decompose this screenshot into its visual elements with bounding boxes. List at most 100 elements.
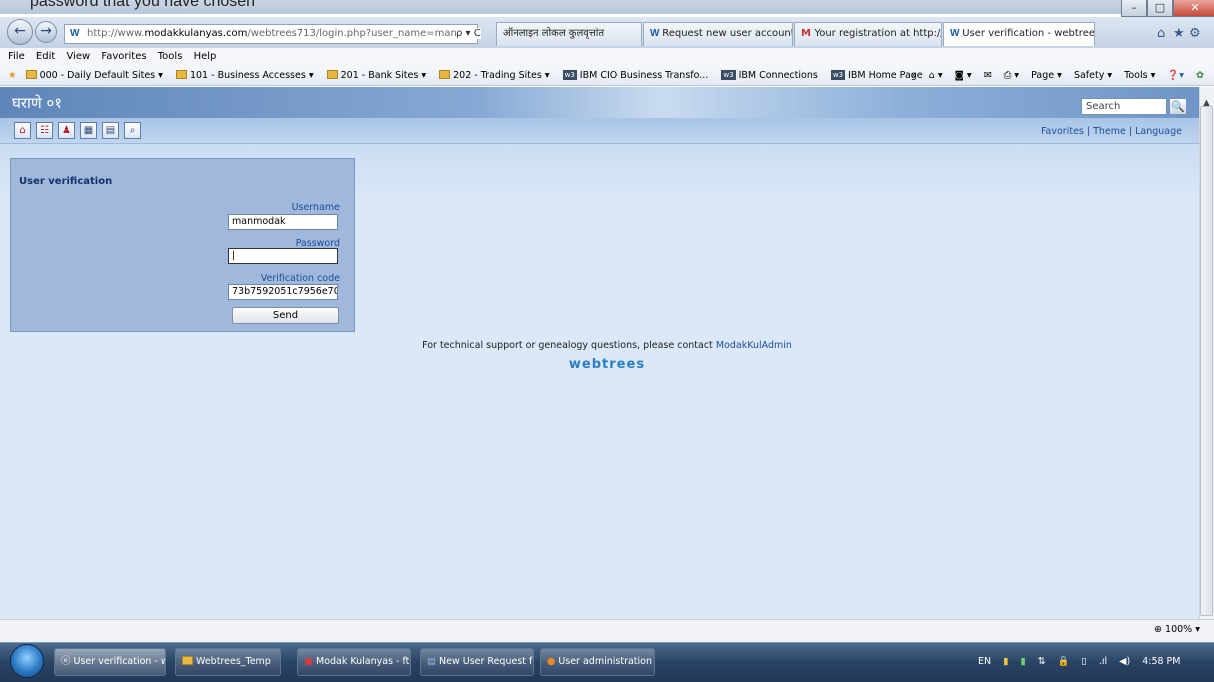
star-icon[interactable]: ★ <box>1173 26 1185 41</box>
username-field[interactable]: manmodak <box>228 214 338 230</box>
tray-lock-icon[interactable]: 🔒 <box>1058 656 1070 667</box>
back-icon[interactable]: ← <box>7 19 33 45</box>
send-button[interactable]: Send <box>232 307 339 324</box>
webtrees-logo[interactable]: webtrees <box>0 357 1214 372</box>
site-header <box>0 87 1199 118</box>
minimize-button[interactable]: – <box>1121 0 1147 17</box>
feeds-icon[interactable]: ◙ ▾ <box>955 70 972 81</box>
calendar-icon[interactable]: ▦ <box>80 122 97 139</box>
status-bar <box>0 619 1214 642</box>
folder-icon <box>175 70 187 79</box>
tray-app-icon[interactable]: ▮ <box>1020 656 1025 667</box>
support-contact-link[interactable]: ModakKulAdmin <box>716 340 792 351</box>
maximize-button[interactable]: □ <box>1147 0 1173 17</box>
folder-icon <box>25 70 37 79</box>
filezilla-icon: ▣ <box>304 656 316 667</box>
favorite-label: 000 - Daily Default Sites ▾ <box>39 70 163 81</box>
taskbar-label: Webtrees_Temp <box>196 656 271 667</box>
taskbar-label: New User Request fo... <box>439 656 533 667</box>
tab-2[interactable]: W Request new user account - w... <box>643 22 793 46</box>
favorite-label: IBM CIO Business Transfo... <box>579 70 709 81</box>
forward-icon[interactable]: → <box>35 21 57 43</box>
url-domain: modakkulanyas.com <box>144 28 248 39</box>
command-bar: » ⌂ ▾ ◙ ▾ ✉ ⎙ ▾ Page ▾ Safety ▾ Tools ▾ … <box>902 66 1204 86</box>
menu-help[interactable]: Help <box>194 51 217 62</box>
zoom-icon: ⊕ <box>1154 624 1166 635</box>
tab-1[interactable]: ऑनलाइन लोकल कुलवृत्तांत <box>496 22 642 46</box>
mail-icon[interactable]: ✉ <box>984 70 992 81</box>
help-icon[interactable]: ❓▾ <box>1167 70 1184 81</box>
search-icon[interactable]: 🔍 <box>1169 98 1187 115</box>
signal-icon[interactable]: .ıl <box>1099 656 1107 667</box>
language-indicator[interactable]: EN <box>978 656 991 667</box>
folder-icon <box>182 656 193 665</box>
favorite-folder[interactable]: 000 - Daily Default Sites ▾ <box>25 66 163 85</box>
address-controls[interactable]: ρ ▾ C <box>456 28 481 39</box>
w3-icon: w3 <box>830 70 846 80</box>
start-button[interactable] <box>10 644 44 678</box>
tray-shield-icon[interactable]: ▮ <box>1003 656 1008 667</box>
close-button[interactable]: ✕ <box>1173 0 1214 17</box>
taskbar-item-word[interactable]: ▤ New User Request fo... <box>420 648 534 676</box>
address-bar[interactable]: W http://www.modakkulanyas.com/webtrees7… <box>64 24 478 44</box>
menu-view[interactable]: View <box>66 51 90 62</box>
favorite-folder[interactable]: 201 - Bank Sites ▾ <box>326 66 427 85</box>
menu-page[interactable]: Page ▾ <box>1031 70 1062 81</box>
tab-label: ऑनलाइन लोकल कुलवृत्तांत <box>503 28 605 39</box>
tree-chart-icon[interactable]: ☷ <box>36 122 53 139</box>
favorite-link[interactable]: w3 IBM Connections <box>721 66 818 85</box>
taskbar-item-firefox[interactable]: ● User administration -... <box>540 648 655 676</box>
tab-4-active[interactable]: W User verification - webtrees✕ <box>943 22 1095 46</box>
zoom-value: 100% <box>1165 624 1193 635</box>
taskbar-item-folder[interactable]: Webtrees_Temp <box>175 648 281 676</box>
tray-network-icon[interactable]: ⇅ <box>1038 656 1046 667</box>
favorite-label: 202 - Trading Sites ▾ <box>453 70 550 81</box>
site-favicon: W <box>70 28 80 39</box>
w3-icon: w3 <box>721 70 736 80</box>
menu-tools-cmd[interactable]: Tools ▾ <box>1124 70 1155 81</box>
favorite-link[interactable]: w3 IBM CIO Business Transfo... <box>562 66 709 85</box>
home-icon[interactable]: ⌂ <box>1157 26 1165 41</box>
verification-code-label: Verification code <box>260 273 340 284</box>
individual-icon[interactable]: ♟ <box>58 122 75 139</box>
scroll-thumb[interactable] <box>1200 106 1213 616</box>
menu-safety[interactable]: Safety ▾ <box>1074 70 1112 81</box>
firefox-icon: ● <box>547 656 559 667</box>
taskbar-item-filezilla[interactable]: ▣ Modak Kulanyas - ft... <box>297 648 411 676</box>
ie-icon: ⓔ <box>61 656 74 667</box>
home-page-icon[interactable]: ⌂ ▾ <box>929 70 943 81</box>
site-title[interactable]: घराणे ०१ <box>12 93 62 113</box>
search-page-icon[interactable]: ⌕ <box>124 122 141 139</box>
menu-file[interactable]: File <box>8 51 25 62</box>
favorite-label: 201 - Bank Sites ▾ <box>340 70 427 81</box>
site-toolbar <box>0 118 1199 144</box>
tab-label: Your registration at http://ww... <box>814 28 941 39</box>
tab-favicon: W <box>650 28 663 39</box>
favorites-star-icon[interactable]: ★ <box>8 70 17 81</box>
volume-icon[interactable]: ◀) <box>1119 656 1130 667</box>
favorite-folder[interactable]: 202 - Trading Sites ▾ <box>439 66 550 85</box>
search-input[interactable]: Search <box>1081 98 1167 115</box>
menu-favorites[interactable]: Favorites <box>101 51 146 62</box>
password-field[interactable]: | <box>228 248 338 264</box>
print-icon[interactable]: ⎙ ▾ <box>1004 70 1019 81</box>
gear-icon[interactable]: ⚙ <box>1189 26 1201 41</box>
addon-icon[interactable]: ✿ <box>1196 70 1204 81</box>
tray-device-icon[interactable]: ▯ <box>1082 656 1087 667</box>
clock[interactable]: 4:58 PM <box>1142 656 1180 667</box>
verification-code-field[interactable]: 73b7592051c7956e70150 <box>228 284 338 300</box>
menu-edit[interactable]: Edit <box>36 51 55 62</box>
support-text: For technical support or genealogy quest… <box>0 340 1214 351</box>
panel-title: User verification <box>19 176 113 187</box>
system-tray: EN ▮ ▮ ⇅ 🔒 ▯ .ıl ◀) 4:58 PM <box>969 648 1214 676</box>
reports-icon[interactable]: ▤ <box>102 122 119 139</box>
top-links[interactable]: Favorites | Theme | Language <box>1041 126 1182 137</box>
chevron-more-icon[interactable]: » <box>911 70 917 81</box>
tab-3[interactable]: M Your registration at http://ww... <box>794 22 942 46</box>
folder-icon <box>439 70 451 79</box>
menu-tools[interactable]: Tools <box>158 51 183 62</box>
zoom-level[interactable]: ⊕ 100% ▾ <box>1154 624 1200 635</box>
favorite-folder[interactable]: 101 - Business Accesses ▾ <box>175 66 314 85</box>
taskbar-item-ie[interactable]: ⓔ User verification - we... <box>54 648 166 676</box>
home-page-button-icon[interactable]: ⌂ <box>14 122 31 139</box>
